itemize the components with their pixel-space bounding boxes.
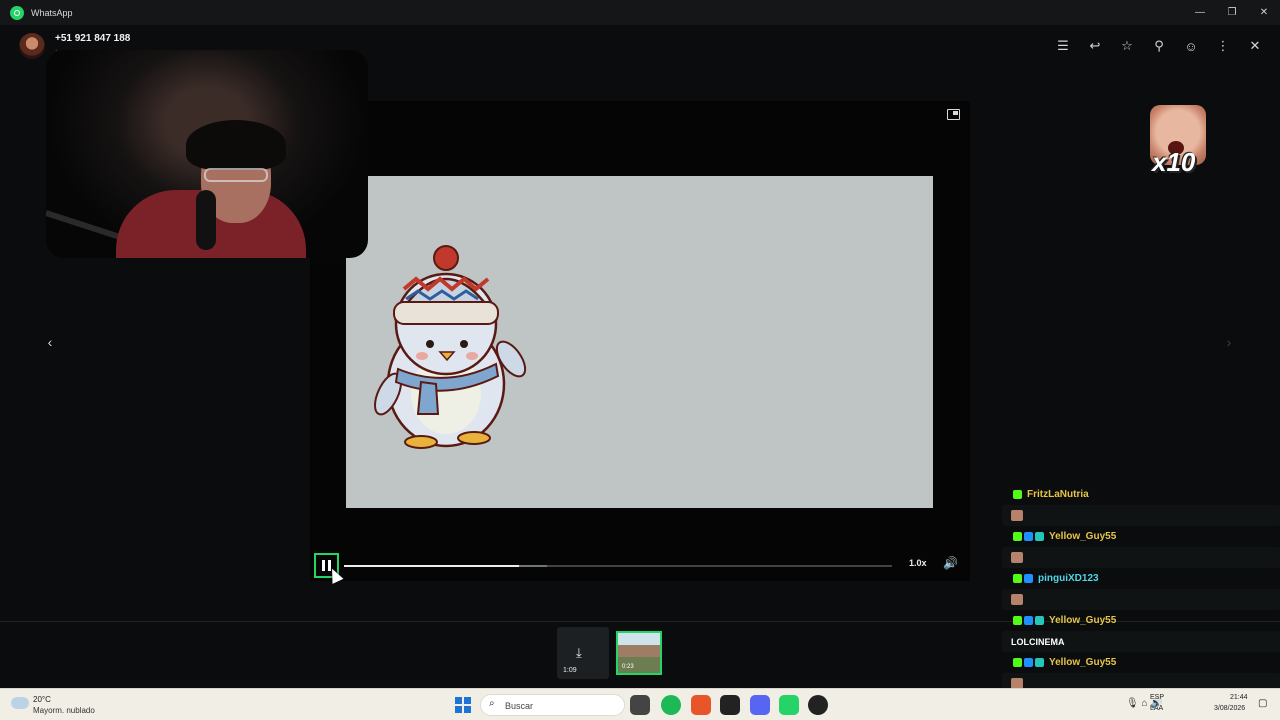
start-button[interactable] xyxy=(455,697,471,713)
chat-badge-icon xyxy=(1013,658,1022,667)
brave-icon[interactable] xyxy=(691,695,711,715)
progress-track[interactable] xyxy=(344,565,892,567)
header-actions: ☰ ↩ ☆ ⚲ ☺ ⋮ ✕ xyxy=(1052,35,1266,57)
chat-badge-icon xyxy=(1024,532,1033,541)
chat-message xyxy=(1002,589,1280,610)
chat-badge-icon xyxy=(1035,658,1044,667)
chat-badge-icon xyxy=(1035,532,1044,541)
emote-overlay: x10 xyxy=(1146,105,1208,183)
chat-emote-icon xyxy=(1011,594,1023,605)
chat-username[interactable]: Yellow_Guy55 xyxy=(1049,531,1116,542)
chat-message xyxy=(1002,547,1280,568)
picture-in-picture-icon[interactable] xyxy=(947,109,960,120)
message-icon[interactable]: ☰ xyxy=(1052,35,1074,57)
emote-multiplier: x10 xyxy=(1152,147,1196,177)
spotify-icon[interactable] xyxy=(661,695,681,715)
whatsapp-logo-icon xyxy=(10,5,24,20)
chat-username[interactable]: Yellow_Guy55 xyxy=(1049,615,1116,626)
chat-message xyxy=(1002,505,1280,526)
chat-badge-icon xyxy=(1024,616,1033,625)
video-controls: 1.0x 🔊 xyxy=(310,548,970,584)
clock-date[interactable]: 3/08/2026 xyxy=(1214,705,1245,712)
microphone-icon xyxy=(196,190,216,250)
download-icon[interactable]: ⤓ xyxy=(576,645,582,661)
chat-username-row: Yellow_Guy55 xyxy=(1001,526,1280,547)
title-bar: WhatsApp — ❐ ✕ xyxy=(0,0,1280,25)
notification-icon[interactable]: ▢ xyxy=(1258,698,1267,709)
window-close-button[interactable]: ✕ xyxy=(1248,0,1280,25)
weather-temperature[interactable]: 20°C xyxy=(33,695,51,704)
mouse-cursor-icon xyxy=(326,566,344,584)
keyboard-layout[interactable]: LAA xyxy=(1150,705,1163,712)
minimize-button[interactable]: — xyxy=(1184,0,1216,25)
weather-icon[interactable] xyxy=(11,697,29,709)
next-media-button[interactable]: › xyxy=(1219,332,1239,352)
avatar[interactable] xyxy=(19,33,45,59)
emoji-icon[interactable]: ☺ xyxy=(1180,35,1202,57)
file-explorer-icon[interactable] xyxy=(630,695,650,715)
previous-media-button[interactable]: ‹ xyxy=(40,332,60,352)
contact-name: +51 921 847 188 xyxy=(55,33,131,44)
penguin-illustration xyxy=(374,245,527,449)
whatsapp-taskbar-icon[interactable] xyxy=(779,695,799,715)
discord-icon[interactable] xyxy=(750,695,770,715)
chat-message-text: LOLCINEMA xyxy=(1011,636,1065,647)
chat-badge-icon xyxy=(1035,616,1044,625)
clock-time[interactable]: 21:44 xyxy=(1230,694,1248,701)
obs-icon[interactable] xyxy=(808,695,828,715)
playback-speed-button[interactable]: 1.0x xyxy=(909,558,927,568)
chat-username[interactable]: pinguiXD123 xyxy=(1038,573,1099,584)
chat-username[interactable]: Yellow_Guy55 xyxy=(1049,657,1116,668)
chat-badge-icon xyxy=(1024,574,1033,583)
volume-icon[interactable]: 🔊 xyxy=(943,556,958,570)
video-frame[interactable] xyxy=(346,176,933,508)
thumbnail-selected[interactable]: 0:23 xyxy=(616,631,662,675)
thumbnail-duration: 1:09 xyxy=(563,667,577,674)
taskbar-search[interactable]: ⌕ Buscar xyxy=(480,694,625,716)
played-bar xyxy=(344,565,520,567)
chat-badge-icon xyxy=(1024,658,1033,667)
maximize-button[interactable]: ❐ xyxy=(1216,0,1248,25)
reply-icon[interactable]: ↩ xyxy=(1084,35,1106,57)
chat-message: LOLCINEMA xyxy=(1002,631,1280,652)
thumbnail-duration: 0:23 xyxy=(622,664,634,670)
video-player[interactable]: 1.0x 🔊 xyxy=(310,101,970,584)
language-indicator[interactable]: ESP xyxy=(1150,694,1164,701)
chat-emote-icon xyxy=(1011,510,1023,521)
chat-badge-icon xyxy=(1013,532,1022,541)
more-icon[interactable]: ⋮ xyxy=(1212,35,1234,57)
star-icon[interactable]: ☆ xyxy=(1116,35,1138,57)
chat-username-row: Yellow_Guy55 xyxy=(1001,652,1280,673)
chat-username-row: FritzLaNutria xyxy=(1001,484,1280,505)
pin-icon[interactable]: ⚲ xyxy=(1148,35,1170,57)
chat-username-row: Yellow_Guy55 xyxy=(1001,610,1280,631)
stream-chat: FritzLaNutria Yellow_Guy55 pinguiXD123 Yell… xyxy=(1001,484,1280,715)
chat-username-row: pinguiXD123 xyxy=(1001,568,1280,589)
chat-emote-icon xyxy=(1011,552,1023,563)
chat-badge-icon xyxy=(1013,574,1022,583)
audio-app-icon[interactable] xyxy=(720,695,740,715)
thumbnail-download[interactable]: ⤓ 1:09 xyxy=(557,627,609,679)
webcam-overlay xyxy=(46,50,368,258)
chat-badge-icon xyxy=(1013,616,1022,625)
chat-badge-icon xyxy=(1013,490,1022,499)
weather-description[interactable]: Mayorm. nublado xyxy=(33,706,95,715)
search-icon: ⌕ xyxy=(489,698,495,709)
app-title: WhatsApp xyxy=(31,7,73,18)
chat-username[interactable]: FritzLaNutria xyxy=(1027,489,1089,500)
close-icon[interactable]: ✕ xyxy=(1244,35,1266,57)
window-controls: — ❐ ✕ xyxy=(1184,0,1280,25)
search-placeholder: Buscar xyxy=(505,701,534,711)
windows-taskbar: 20°C Mayorm. nublado ⌕ Buscar 🎙 ⌂ 🔊 ESP … xyxy=(0,688,1280,720)
